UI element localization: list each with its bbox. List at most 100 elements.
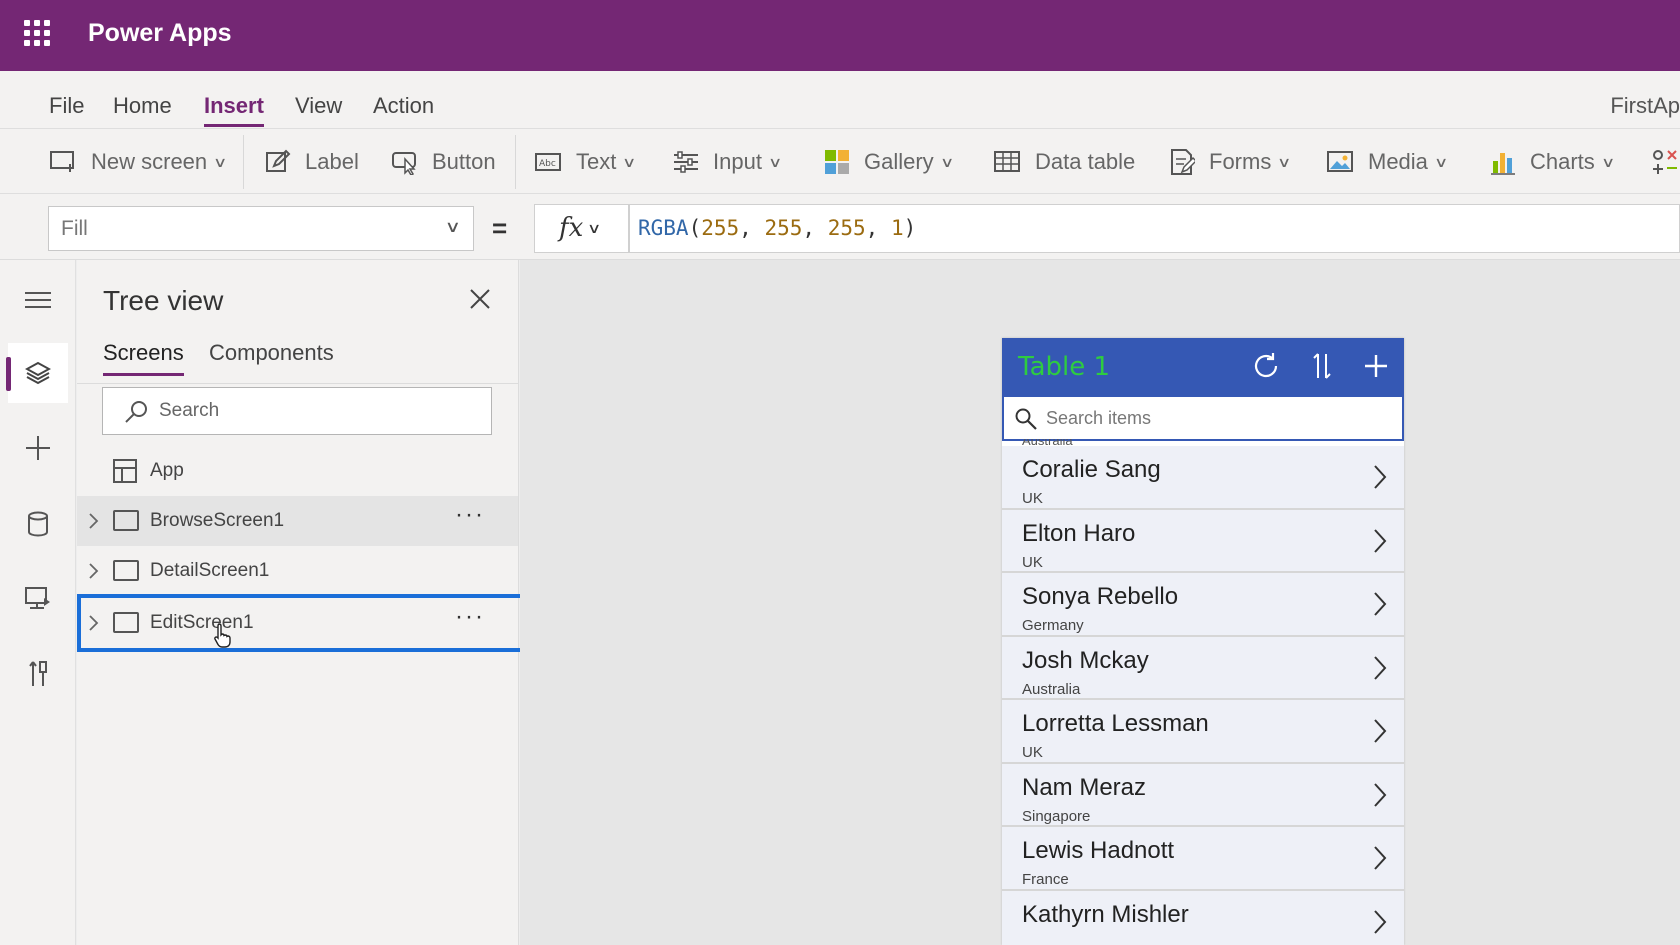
- function-button[interactable]: fx ∨: [534, 204, 629, 253]
- insert-data-table-button[interactable]: Data table: [993, 147, 1135, 177]
- tree-view-title: Tree view: [103, 285, 224, 316]
- layers-icon: [25, 361, 51, 385]
- menu-bar: File Home Insert View Action FirstAp: [0, 71, 1680, 128]
- insert-pane-button[interactable]: [8, 418, 68, 478]
- list-item[interactable]: Elton Haro UK: [1002, 509, 1404, 573]
- chevron-right-icon[interactable]: [87, 512, 99, 536]
- browse-screen-preview[interactable]: Table 1 Search items Australia Coralie S…: [1002, 338, 1404, 945]
- insert-forms-button[interactable]: Forms ∨: [1167, 147, 1292, 177]
- menu-action[interactable]: Action: [373, 93, 434, 119]
- new-screen-button[interactable]: New screen ∨: [49, 147, 227, 177]
- chevron-down-icon: ∨: [1433, 153, 1449, 170]
- list-item[interactable]: Josh Mckay Australia: [1002, 636, 1404, 700]
- chevron-right-icon[interactable]: [1372, 591, 1388, 622]
- chevron-down-icon: ∨: [587, 221, 602, 237]
- refresh-button[interactable]: [1250, 350, 1282, 382]
- sort-icon: [1313, 353, 1331, 379]
- insert-button-button[interactable]: Button: [390, 147, 496, 177]
- chevron-down-icon: ∨: [1600, 153, 1616, 170]
- chevron-right-icon[interactable]: [1372, 718, 1388, 749]
- icons-icon: [1650, 148, 1680, 176]
- chevron-right-icon[interactable]: [87, 562, 99, 586]
- tab-components[interactable]: Components: [209, 340, 334, 374]
- close-icon: [470, 289, 490, 309]
- chevron-right-icon[interactable]: [1372, 845, 1388, 876]
- tab-screens[interactable]: Screens: [103, 340, 184, 376]
- insert-media-button[interactable]: Media ∨: [1326, 147, 1449, 177]
- input-sliders-icon: [671, 148, 701, 176]
- tree-item-app[interactable]: App: [77, 446, 518, 496]
- app-file-name: FirstAp: [1610, 93, 1680, 118]
- chevron-right-icon[interactable]: [1372, 909, 1388, 940]
- insert-icons-button[interactable]: [1650, 147, 1680, 177]
- app-launcher-icon[interactable]: [24, 20, 50, 46]
- chart-icon: [1488, 148, 1518, 176]
- data-table-icon: [993, 148, 1023, 176]
- plus-icon: [26, 436, 50, 460]
- screen-icon: [113, 612, 139, 633]
- chevron-down-icon: ∨: [1277, 153, 1292, 170]
- preview-header: Table 1: [1002, 338, 1404, 395]
- tree-view-panel: Tree view Screens Components Search App …: [77, 260, 524, 945]
- add-item-button[interactable]: [1360, 350, 1392, 382]
- button-icon: [390, 148, 420, 176]
- label-icon: [263, 148, 293, 176]
- svg-text:Abc: Abc: [539, 159, 556, 169]
- left-rail: [0, 260, 76, 945]
- top-bar: Power Apps: [0, 0, 1680, 71]
- advanced-tools-button[interactable]: [8, 644, 68, 704]
- preview-title: Table 1: [1018, 352, 1111, 382]
- chevron-right-icon[interactable]: [1372, 528, 1388, 559]
- ribbon-toolbar: New screen ∨ Label Button Abc Text ∨ Inp…: [0, 128, 1680, 194]
- hamburger-menu-button[interactable]: [8, 270, 68, 330]
- chevron-right-icon[interactable]: [1372, 464, 1388, 495]
- chevron-down-icon: ∨: [939, 153, 954, 170]
- insert-charts-button[interactable]: Charts ∨: [1488, 147, 1616, 177]
- menu-view[interactable]: View: [295, 93, 342, 119]
- tree-view-tabs: Screens Components: [77, 340, 519, 384]
- sort-button[interactable]: [1306, 350, 1338, 382]
- tree-item-browsescreen1[interactable]: BrowseScreen1 ···: [77, 496, 518, 546]
- text-icon: Abc: [534, 148, 564, 176]
- chevron-down-icon: ∨: [444, 219, 462, 236]
- tree-item-detailscreen1[interactable]: DetailScreen1: [77, 546, 518, 596]
- app-icon: [112, 458, 138, 490]
- list-item[interactable]: Lewis Hadnott France: [1002, 827, 1404, 891]
- list-item[interactable]: Nam Meraz Singapore: [1002, 763, 1404, 827]
- plus-icon: [1365, 355, 1387, 377]
- insert-text-button[interactable]: Abc Text ∨: [534, 147, 637, 177]
- list-item[interactable]: Lorretta Lessman UK: [1002, 700, 1404, 764]
- chevron-right-icon[interactable]: [87, 614, 99, 638]
- menu-home[interactable]: Home: [113, 93, 172, 119]
- close-tree-view-button[interactable]: [467, 286, 495, 314]
- tree-item-editscreen1[interactable]: EditScreen1 ···: [77, 594, 524, 652]
- more-options-button[interactable]: ···: [455, 603, 485, 631]
- list-item[interactable]: Kathyrn Mishler: [1002, 890, 1404, 945]
- database-icon: [28, 511, 48, 537]
- formula-input[interactable]: RGBA(255, 255, 255, 1): [629, 204, 1680, 253]
- screen-icon: [113, 560, 139, 581]
- chevron-right-icon[interactable]: [1372, 782, 1388, 813]
- insert-input-button[interactable]: Input ∨: [671, 147, 783, 177]
- menu-file[interactable]: File: [49, 93, 84, 119]
- property-dropdown[interactable]: Fill ∨: [48, 206, 474, 251]
- data-pane-button[interactable]: [8, 494, 68, 554]
- list-item[interactable]: Sonya Rebello Germany: [1002, 573, 1404, 637]
- new-screen-icon: [49, 148, 79, 176]
- gallery-list: Coralie Sang UK Elton Haro UK Sonya Rebe…: [1002, 446, 1404, 945]
- tree-view-search-input[interactable]: Search: [102, 387, 492, 435]
- media-pane-button[interactable]: [8, 569, 68, 629]
- menu-insert[interactable]: Insert: [204, 93, 264, 127]
- list-item[interactable]: Coralie Sang UK: [1002, 446, 1404, 510]
- chevron-down-icon: ∨: [767, 153, 783, 170]
- equals-sign: =: [492, 213, 508, 243]
- search-items-input[interactable]: Search items: [1002, 395, 1404, 441]
- search-icon: [1014, 407, 1038, 436]
- insert-label-button[interactable]: Label: [263, 147, 359, 177]
- refresh-icon: [1254, 353, 1278, 378]
- insert-gallery-button[interactable]: Gallery ∨: [822, 147, 954, 177]
- tree-view-button[interactable]: [6, 343, 68, 403]
- more-options-button[interactable]: ···: [455, 501, 485, 529]
- chevron-right-icon[interactable]: [1372, 655, 1388, 686]
- media-library-icon: [25, 587, 50, 609]
